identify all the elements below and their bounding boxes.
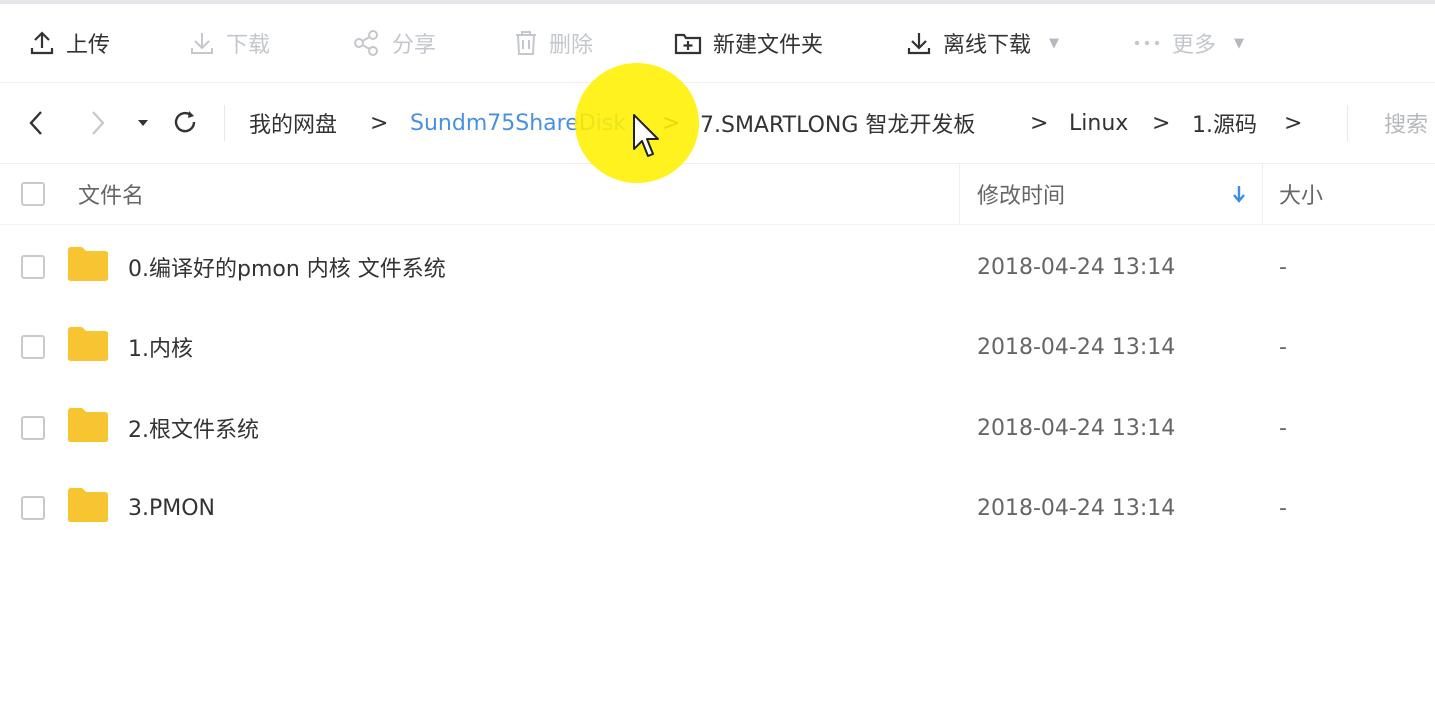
breadcrumb-linux[interactable]: Linux xyxy=(1069,83,1128,163)
file-size: - xyxy=(1279,334,1287,360)
navigation-bar: 我的网盘 > Sundm75ShareDisk > 7.SMARTLONG 智龙… xyxy=(0,83,1435,164)
file-size: - xyxy=(1279,415,1287,441)
share-label: 分享 xyxy=(392,33,437,58)
delete-button[interactable]: 删除 xyxy=(513,4,593,82)
row-checkbox[interactable] xyxy=(21,335,45,359)
folder-icon xyxy=(68,247,108,281)
share-button[interactable]: 分享 xyxy=(352,4,436,82)
table-row[interactable]: 2.根文件系统 2018-04-24 13:14 - xyxy=(0,388,1435,468)
file-modified-time: 2018-04-24 13:14 xyxy=(977,495,1176,521)
forward-button[interactable] xyxy=(84,83,110,163)
mouse-pointer-icon xyxy=(633,114,659,157)
file-modified-time: 2018-04-24 13:14 xyxy=(977,334,1176,360)
folder-icon xyxy=(68,408,108,442)
back-button[interactable] xyxy=(24,83,50,163)
breadcrumb-my-drive[interactable]: 我的网盘 xyxy=(249,83,337,163)
new-folder-button[interactable]: 新建文件夹 xyxy=(673,4,823,82)
file-size: - xyxy=(1279,495,1287,521)
folder-plus-icon xyxy=(674,33,702,55)
sort-desc-button[interactable] xyxy=(1231,164,1247,224)
chevron-down-icon: ▼ xyxy=(1234,35,1245,51)
toolbar: 上传 下载 分享 删除 新建文件夹 离线下载 ▼ 更多 ▼ xyxy=(0,4,1435,83)
header-modified-time[interactable]: 修改时间 xyxy=(977,164,1065,224)
upload-icon xyxy=(30,31,54,55)
upload-label: 上传 xyxy=(66,33,111,58)
search-divider xyxy=(1347,105,1348,141)
breadcrumb-separator: > xyxy=(370,110,389,136)
column-divider xyxy=(1262,164,1263,224)
upload-button[interactable]: 上传 xyxy=(28,4,110,82)
file-modified-time: 2018-04-24 13:14 xyxy=(977,415,1176,441)
refresh-button[interactable] xyxy=(171,83,199,163)
table-row[interactable]: 0.编译好的pmon 内核 文件系统 2018-04-24 13:14 - xyxy=(0,227,1435,307)
header-file-name[interactable]: 文件名 xyxy=(78,164,144,224)
new-folder-label: 新建文件夹 xyxy=(713,33,824,58)
download-button[interactable]: 下载 xyxy=(188,4,270,82)
search-input[interactable]: 搜索 xyxy=(1384,83,1428,163)
breadcrumb-separator: > xyxy=(1284,110,1303,136)
more-button[interactable]: 更多 ▼ xyxy=(1132,4,1244,82)
table-row[interactable]: 1.内核 2018-04-24 13:14 - xyxy=(0,307,1435,387)
offline-download-icon xyxy=(907,33,931,55)
breadcrumb-source-code[interactable]: 1.源码 xyxy=(1192,83,1257,163)
row-checkbox[interactable] xyxy=(21,416,45,440)
breadcrumb-separator: > xyxy=(1030,110,1049,136)
refresh-icon xyxy=(174,111,196,133)
breadcrumb-smartlong-board[interactable]: 7.SMARTLONG 智龙开发板 xyxy=(700,83,975,163)
offline-download-label: 离线下载 xyxy=(943,33,1032,58)
table-row[interactable]: 3.PMON 2018-04-24 13:14 - xyxy=(0,468,1435,548)
file-name[interactable]: 3.PMON xyxy=(128,468,215,548)
chevron-down-icon: ▼ xyxy=(1049,35,1060,51)
share-icon xyxy=(354,30,378,56)
sort-desc-icon xyxy=(1233,186,1245,203)
more-dots-icon xyxy=(1134,40,1160,46)
history-dropdown-button[interactable] xyxy=(136,83,150,163)
back-icon xyxy=(29,111,42,135)
header-size[interactable]: 大小 xyxy=(1279,164,1323,224)
file-list-header: 文件名 修改时间 大小 xyxy=(0,164,1435,225)
file-name[interactable]: 2.根文件系统 xyxy=(128,388,259,468)
history-dropdown-icon xyxy=(138,120,148,126)
folder-icon xyxy=(68,488,108,522)
column-divider xyxy=(959,164,960,224)
forward-icon xyxy=(92,111,105,135)
breadcrumb-separator: > xyxy=(1152,110,1171,136)
download-icon xyxy=(191,33,213,54)
select-all-checkbox[interactable] xyxy=(21,182,45,206)
offline-download-button[interactable]: 离线下载 ▼ xyxy=(905,4,1059,82)
trash-icon xyxy=(516,31,536,55)
file-name[interactable]: 1.内核 xyxy=(128,307,193,387)
delete-label: 删除 xyxy=(549,33,594,58)
file-name[interactable]: 0.编译好的pmon 内核 文件系统 xyxy=(128,227,446,307)
nav-divider xyxy=(224,105,225,141)
file-size: - xyxy=(1279,254,1287,280)
more-label: 更多 xyxy=(1172,33,1217,58)
row-checkbox[interactable] xyxy=(21,255,45,279)
file-modified-time: 2018-04-24 13:14 xyxy=(977,254,1176,280)
row-checkbox[interactable] xyxy=(21,496,45,520)
download-label: 下载 xyxy=(226,33,271,58)
folder-icon xyxy=(68,327,108,361)
